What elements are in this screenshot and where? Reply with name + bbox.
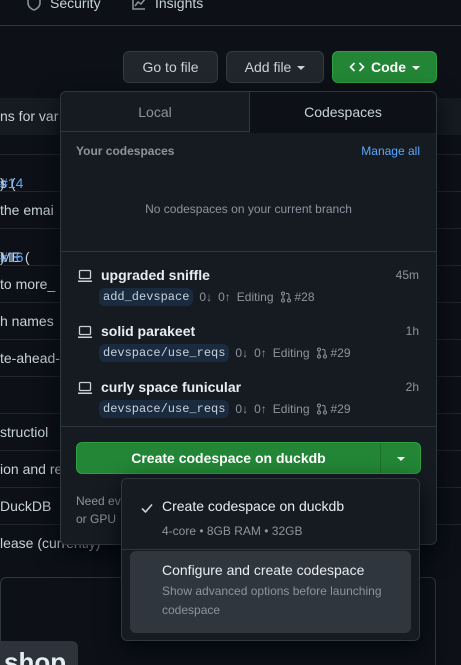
list-item-text: the emai: [0, 202, 54, 218]
list-item-text: ns for var: [0, 108, 59, 124]
go-to-file-button[interactable]: Go to file: [123, 51, 218, 83]
status-text: Editing: [236, 290, 274, 304]
nav-insights-label: Insights: [155, 0, 204, 11]
code-button[interactable]: Code: [332, 51, 437, 83]
list-item-text: ): [0, 249, 5, 265]
tab-local-label: Local: [138, 104, 172, 120]
menu-item-desc: Show advanced options before launching c…: [162, 584, 382, 617]
codespace-name: upgraded sniffle: [101, 267, 210, 283]
tab-codespaces-label: Codespaces: [304, 104, 382, 120]
chevron-down-icon: [297, 65, 306, 70]
nav-insights[interactable]: Insights: [131, 0, 203, 11]
pull-request-number: #29: [330, 346, 351, 360]
check-icon: [141, 503, 153, 514]
behind-count: 0↓: [235, 402, 249, 416]
menu-item-create-default[interactable]: Create codespace on duckdb 4-core • 8GB …: [130, 487, 411, 545]
tab-local[interactable]: Local: [61, 92, 249, 132]
chevron-down-icon: [412, 65, 420, 70]
need-text-line: Need ev: [76, 494, 121, 508]
codespace-item[interactable]: solid parakeet 1h devspace/use_reqs 0↓ 0…: [61, 323, 436, 379]
shield-icon: [27, 0, 41, 11]
status-text: Editing: [272, 346, 310, 360]
list-item-text: ): [0, 175, 5, 191]
laptop-icon: [78, 269, 92, 282]
ahead-count: 0↑: [218, 290, 231, 304]
menu-item-title: Configure and create codespace: [162, 562, 365, 578]
readme-heading: shop: [0, 641, 79, 665]
nav-security-label: Security: [50, 0, 101, 11]
pull-request-icon: [280, 291, 291, 303]
create-codespace-button[interactable]: Create codespace on duckdb: [77, 443, 381, 473]
divider: [122, 549, 419, 550]
tab-bar: Local Codespaces: [61, 92, 436, 133]
divider: [61, 426, 436, 427]
list-item-text: DuckDB: [0, 498, 52, 514]
codespace-age: 2h: [405, 380, 419, 394]
pull-request-icon: [316, 403, 327, 415]
codespace-age: 1h: [405, 324, 419, 338]
code-dropdown-panel: Local Codespaces Your codespaces Manage …: [60, 91, 437, 545]
behind-count: 0↓: [235, 346, 249, 360]
create-codespace-split-button: Create codespace on duckdb: [76, 442, 421, 474]
go-to-file-label: Go to file: [142, 59, 199, 75]
need-more-text: Need ev or GPU: [76, 492, 121, 528]
pull-request[interactable]: #29: [316, 402, 351, 416]
divider: [61, 251, 436, 252]
branch-label: add_devspace: [99, 288, 194, 306]
codespace-meta: add_devspace 0↓ 0↑ Editing #28: [99, 288, 315, 306]
create-options-menu: Create codespace on duckdb 4-core • 8GB …: [121, 478, 420, 641]
status-text: Editing: [272, 402, 310, 416]
codespace-meta: devspace/use_reqs 0↓ 0↑ Editing #29: [99, 400, 351, 418]
pull-request-number: #29: [330, 402, 351, 416]
empty-state-message: No codespaces on your current branch: [145, 202, 352, 216]
laptop-icon: [78, 381, 92, 394]
menu-item-desc: 4-core • 8GB RAM • 32GB: [162, 524, 303, 538]
list-item-text: structiol: [0, 424, 49, 440]
repo-nav: Security Insights: [0, 0, 461, 26]
behind-count: 0↓: [199, 290, 213, 304]
create-options-toggle[interactable]: [381, 443, 421, 473]
ahead-count: 0↑: [254, 402, 267, 416]
code-label: Code: [371, 59, 406, 75]
pull-request-number: #28: [294, 290, 315, 304]
list-item-text: ion and re: [0, 461, 63, 477]
codespace-name: solid parakeet: [101, 323, 196, 339]
codespace-item[interactable]: upgraded sniffle 45m add_devspace 0↓ 0↑ …: [61, 267, 436, 323]
pull-request[interactable]: #28: [280, 290, 315, 304]
add-file-label: Add file: [244, 59, 292, 75]
menu-item-title: Create codespace on duckdb: [162, 498, 345, 514]
need-text-line: or GPU: [76, 512, 117, 526]
graph-icon: [132, 0, 146, 10]
laptop-icon: [78, 325, 92, 338]
branch-label: devspace/use_reqs: [99, 400, 230, 418]
chevron-down-icon: [397, 456, 405, 461]
codespace-name: curly space funicular: [101, 379, 242, 395]
create-codespace-label: Create codespace on duckdb: [131, 450, 326, 466]
pull-request-icon: [316, 347, 327, 359]
manage-all-link[interactable]: Manage all: [361, 144, 420, 158]
codespace-age: 45m: [395, 268, 419, 282]
pull-request[interactable]: #29: [316, 346, 351, 360]
code-icon: [349, 62, 365, 72]
list-item-text: h names: [0, 313, 54, 329]
nav-security[interactable]: Security: [26, 0, 101, 11]
codespace-meta: devspace/use_reqs 0↓ 0↑ Editing #29: [99, 344, 351, 362]
add-file-button[interactable]: Add file: [226, 51, 324, 83]
tab-codespaces[interactable]: Codespaces: [249, 92, 436, 133]
menu-item-configure[interactable]: Configure and create codespace Show adva…: [130, 551, 411, 633]
branch-label: devspace/use_reqs: [99, 344, 230, 362]
codespaces-header: Your codespaces: [76, 144, 175, 158]
ahead-count: 0↑: [254, 346, 267, 360]
list-item-text: te-ahead-: [0, 350, 60, 366]
list-item-text: to more_: [0, 276, 56, 292]
